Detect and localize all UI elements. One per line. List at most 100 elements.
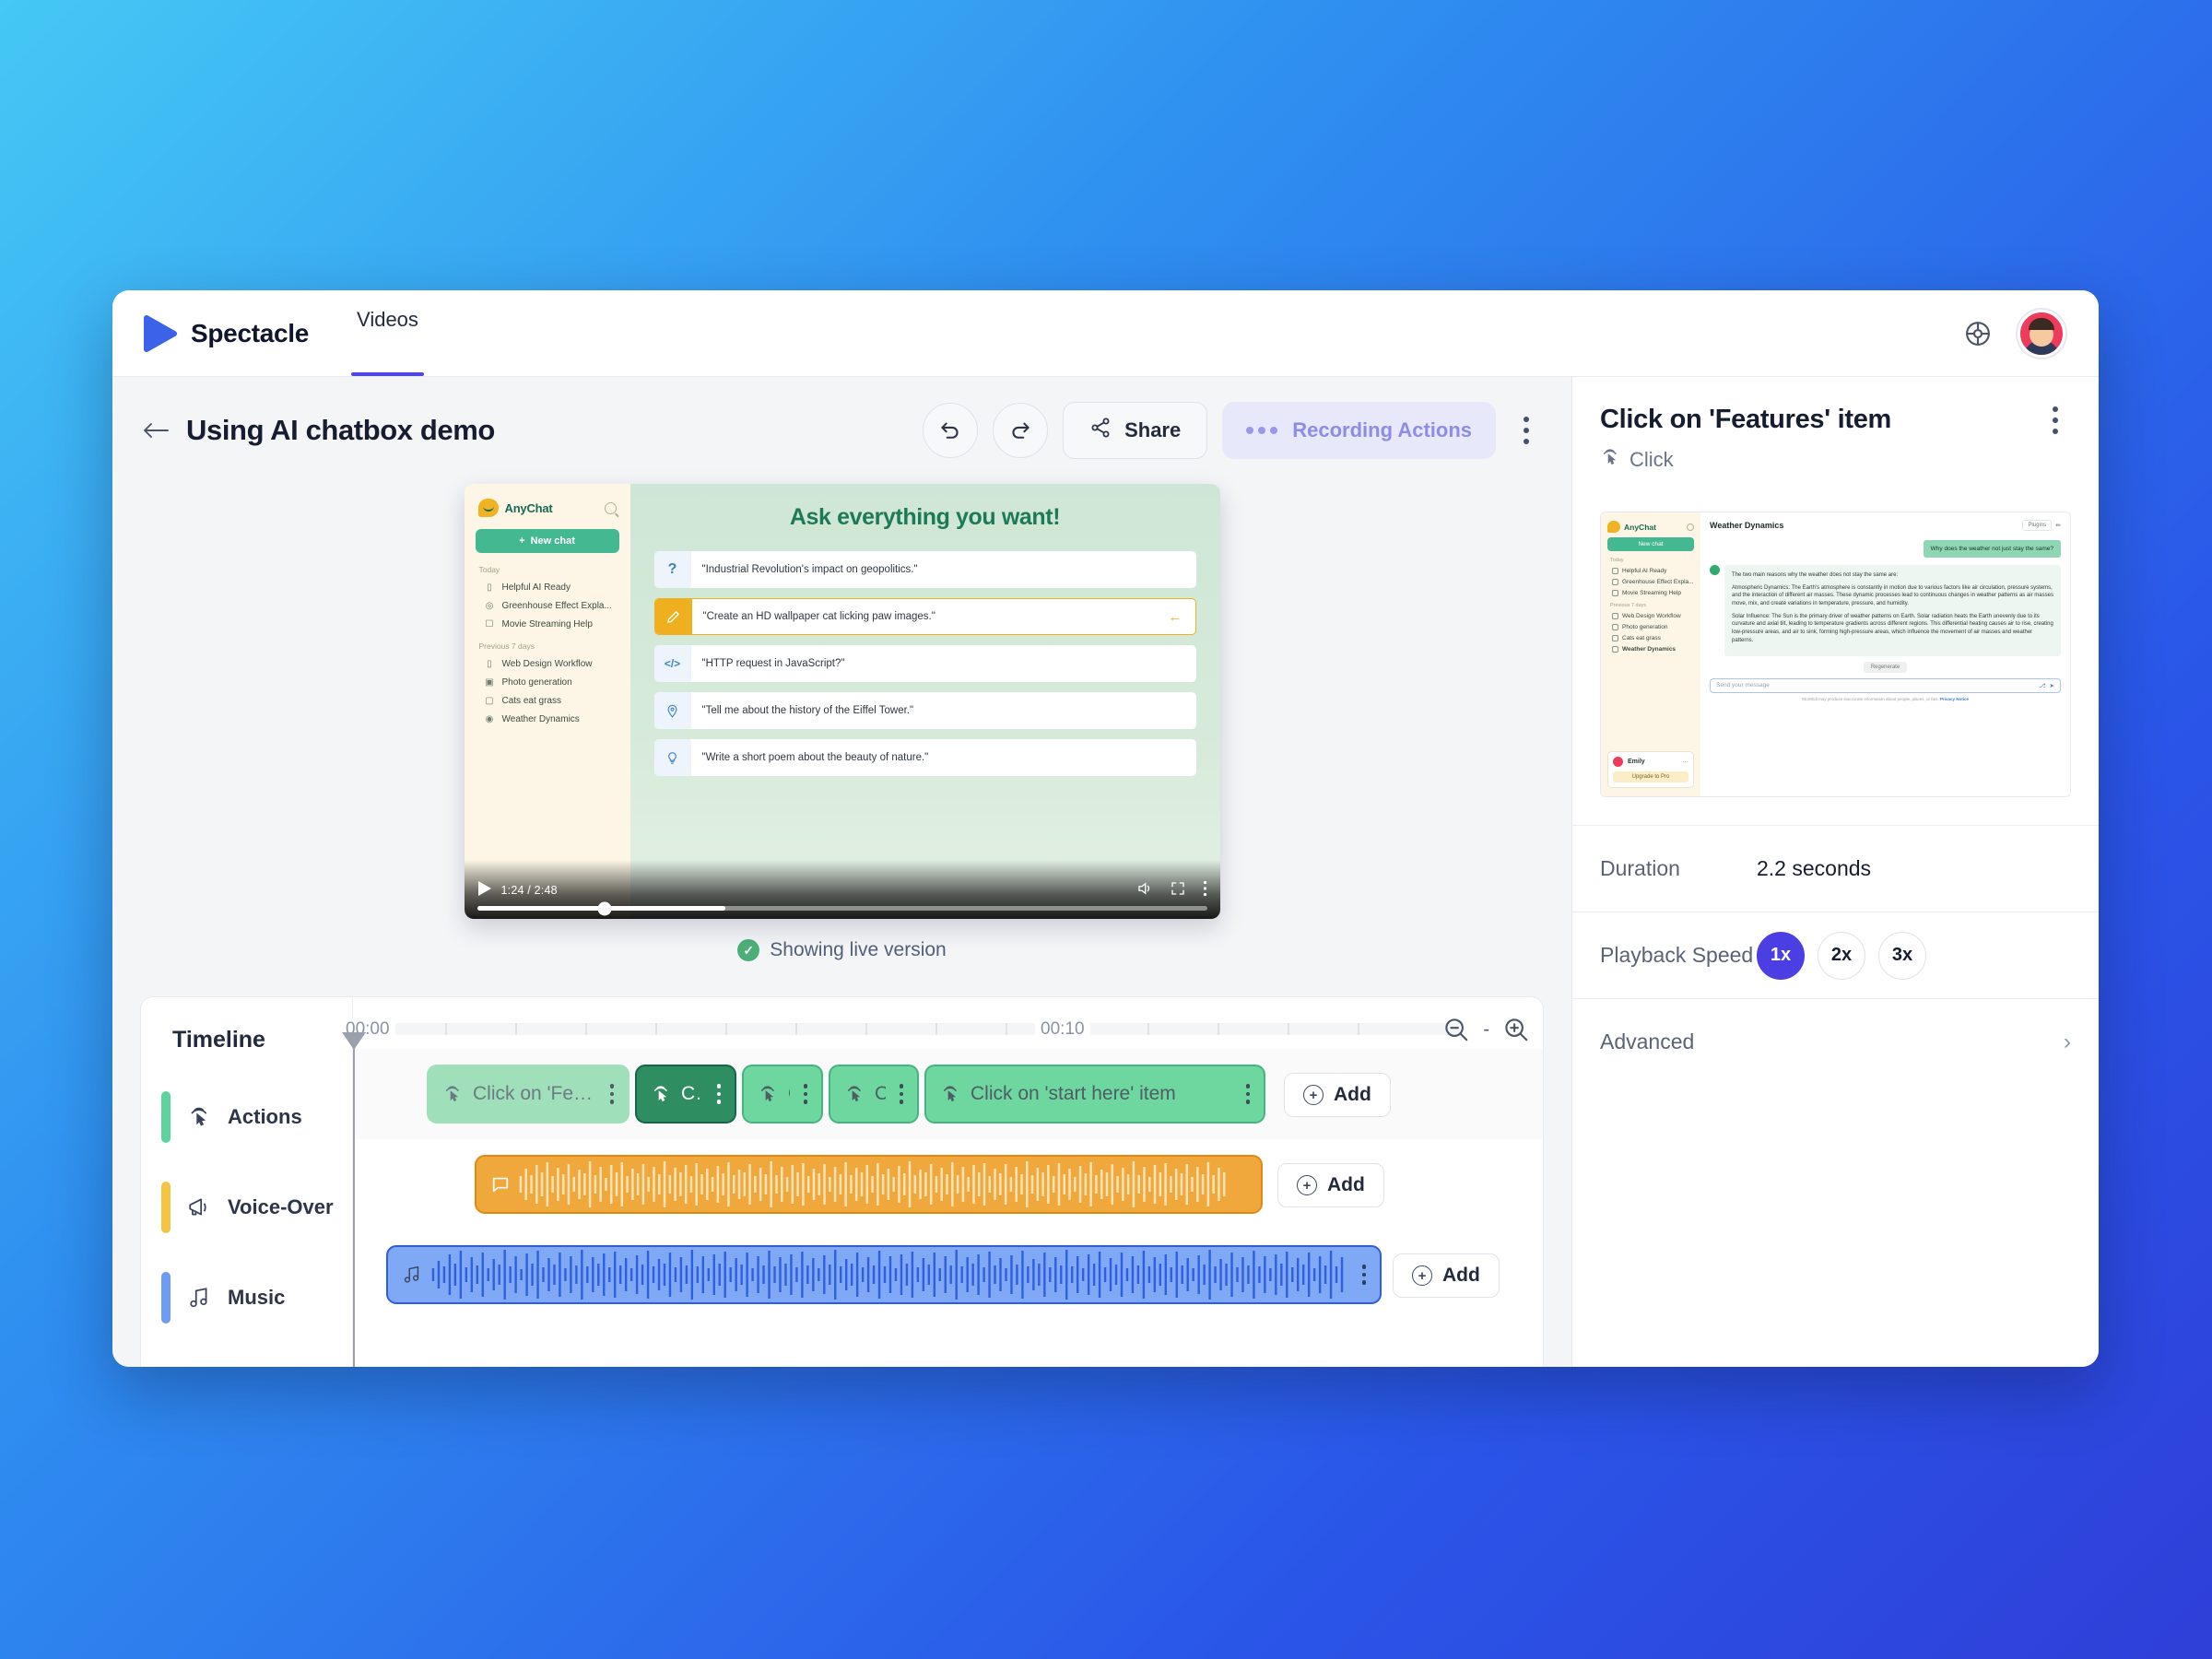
seek-handle[interactable] bbox=[597, 901, 612, 915]
voiceover-waveform bbox=[519, 1157, 1230, 1212]
add-music-button[interactable]: + Add bbox=[1393, 1253, 1500, 1298]
list-item: ◉ Weather Dynamics bbox=[476, 714, 619, 724]
timeline-playhead[interactable] bbox=[342, 1032, 366, 1367]
prompt-card: </> "HTTP request in JavaScript?" bbox=[653, 645, 1196, 682]
preview-app-sidebar: AnyChat + New chat Today ▯ Helpful AI Rea… bbox=[464, 484, 630, 919]
video-more-icon[interactable] bbox=[1203, 880, 1207, 901]
clip-menu-icon[interactable] bbox=[1241, 1084, 1254, 1104]
speed-option-3x[interactable]: 3x bbox=[1878, 931, 1926, 980]
share-button[interactable]: Share bbox=[1063, 402, 1208, 459]
add-voiceover-button[interactable]: + Add bbox=[1277, 1163, 1384, 1207]
duration-label: Duration bbox=[1600, 856, 1680, 880]
timeline-tracks-area: 00:00 00:10 - Click on 'Fea... Cl Click … bbox=[340, 997, 1543, 1367]
editor-pane: Using AI chatbox demo Share Recording Ac… bbox=[112, 376, 1571, 1367]
tab-videos[interactable]: Videos bbox=[351, 290, 424, 376]
clip-menu-icon[interactable] bbox=[1358, 1265, 1371, 1285]
back-arrow-icon[interactable] bbox=[140, 415, 171, 446]
clip-menu-icon[interactable] bbox=[606, 1084, 618, 1104]
thumbnail-list-item: Web Design Workflow bbox=[1607, 613, 1694, 619]
editor-more-menu-icon[interactable] bbox=[1511, 404, 1542, 457]
inspector-panel: Click on 'Features' item Click AnyChat N… bbox=[1571, 376, 2099, 1367]
video-seek-bar[interactable] bbox=[477, 901, 1207, 915]
track-label-music[interactable]: Music bbox=[141, 1253, 352, 1343]
item-label: Weather Dynamics bbox=[1622, 646, 1677, 653]
editor-toolbar: Using AI chatbox demo Share Recording Ac… bbox=[112, 377, 1571, 484]
thumbnail-main: Weather Dynamics Plugins ⇚ Why does the … bbox=[1700, 512, 2070, 796]
thumbnail-brand: AnyChat bbox=[1607, 521, 1694, 533]
timeline-row-voiceover: + Add bbox=[353, 1139, 1543, 1230]
footer-link: Privacy Notice bbox=[1940, 696, 1970, 701]
ruler-tick bbox=[1288, 1023, 1289, 1035]
send-icon: ➤ bbox=[2049, 682, 2054, 689]
track-color-bar bbox=[161, 1272, 171, 1324]
avatar[interactable] bbox=[2018, 309, 2065, 358]
plus-icon: + bbox=[519, 535, 525, 547]
item-label: Helpful AI Ready bbox=[1622, 568, 1667, 574]
clip-label: Click on 'Fea... bbox=[473, 1083, 596, 1104]
timeline-clip[interactable]: Clic... bbox=[829, 1065, 919, 1124]
timeline-clip[interactable]: Click on 'start here' item bbox=[924, 1065, 1265, 1124]
track-label-voiceover[interactable]: Voice-Over bbox=[141, 1162, 352, 1253]
speech-bubble-icon bbox=[489, 1174, 512, 1194]
ruler-tick bbox=[655, 1023, 657, 1035]
location-pin-icon bbox=[653, 692, 691, 729]
ruler-strip bbox=[353, 1023, 1460, 1035]
track-label-actions[interactable]: Actions bbox=[141, 1072, 352, 1162]
volume-icon[interactable] bbox=[1136, 880, 1153, 901]
globe-icon bbox=[1612, 646, 1618, 653]
fullscreen-icon[interactable] bbox=[1170, 880, 1186, 901]
zoom-out-icon[interactable] bbox=[1442, 1016, 1470, 1043]
prompt-card: "Tell me about the history of the Eiffel… bbox=[653, 692, 1196, 729]
tab-videos-label: Videos bbox=[357, 307, 418, 331]
prompt-text: "Create an HD wallpaper cat licking paw … bbox=[702, 611, 935, 622]
track-name: Actions bbox=[228, 1105, 302, 1128]
chat-icon: ▯ bbox=[487, 659, 492, 669]
thumbnail-group-today: Today bbox=[1610, 558, 1624, 563]
undo-button[interactable] bbox=[923, 403, 979, 458]
ruler-tick bbox=[865, 1023, 867, 1035]
voiceover-clip[interactable] bbox=[475, 1155, 1263, 1214]
music-clip[interactable] bbox=[386, 1245, 1382, 1304]
speed-option-1x[interactable]: 1x bbox=[1757, 931, 1805, 980]
advanced-row[interactable]: Advanced › bbox=[1572, 998, 2099, 1085]
list-item: ▣ Photo generation bbox=[476, 677, 619, 688]
speed-option-2x[interactable]: 2x bbox=[1818, 931, 1865, 980]
toolbar-actions: Share Recording Actions bbox=[923, 402, 1542, 459]
add-label: Add bbox=[1327, 1174, 1365, 1195]
inspector-title-row: Click on 'Features' item bbox=[1600, 405, 2071, 436]
timeline-clip[interactable]: Click on 'Fea... bbox=[427, 1065, 629, 1124]
action-thumbnail[interactable]: AnyChat New chat Today Helpful AI Ready … bbox=[1600, 512, 2071, 797]
timeline-clip-selected[interactable]: Click ... bbox=[635, 1065, 736, 1124]
inspector-subtitle-row: Click bbox=[1600, 447, 2071, 473]
brand-logo[interactable]: Spectacle bbox=[142, 313, 309, 354]
thumbnail-ai-message: The two main reasons why the weather doe… bbox=[1724, 565, 2061, 656]
timeline-row-actions: Click on 'Fea... Click ... bbox=[353, 1049, 1543, 1139]
recording-actions-button[interactable]: Recording Actions bbox=[1222, 402, 1496, 459]
zoom-in-icon[interactable] bbox=[1502, 1016, 1530, 1043]
video-player[interactable]: AnyChat + New chat Today ▯ Helpful AI Rea… bbox=[464, 484, 1220, 919]
timeline-ruler[interactable]: 00:00 00:10 - bbox=[340, 997, 1543, 1049]
play-icon[interactable] bbox=[477, 880, 492, 901]
clip-menu-icon[interactable] bbox=[712, 1084, 725, 1104]
timeline-track-labels: Timeline Actions Voice-Over Music bbox=[141, 997, 353, 1367]
thumbnail-list-item-selected: Weather Dynamics bbox=[1607, 646, 1694, 653]
question-mark-icon: ? bbox=[653, 551, 691, 588]
arrow-left-icon: ← bbox=[1168, 608, 1182, 625]
ruler-tick bbox=[725, 1023, 727, 1035]
redo-button[interactable] bbox=[993, 403, 1049, 458]
prompt-card-highlighted: "Create an HD wallpaper cat licking paw … bbox=[653, 598, 1196, 635]
clip-menu-icon[interactable] bbox=[799, 1084, 812, 1104]
inspector-more-menu-icon[interactable] bbox=[2040, 405, 2071, 436]
thumbnail-conversation-header: Weather Dynamics Plugins ⇚ bbox=[1710, 520, 2061, 531]
thumbnail-plugins-button: Plugins bbox=[2022, 520, 2053, 531]
timeline-clip[interactable]: Cli... bbox=[742, 1065, 823, 1124]
input-placeholder: Send your message bbox=[1716, 682, 1770, 688]
list-item: ◎ Greenhouse Effect Expla... bbox=[476, 601, 619, 611]
add-action-button[interactable]: + Add bbox=[1284, 1073, 1391, 1117]
thumbnail-sidebar: AnyChat New chat Today Helpful AI Ready … bbox=[1601, 512, 1700, 796]
click-pointer-icon bbox=[843, 1084, 865, 1104]
clip-menu-icon[interactable] bbox=[895, 1084, 908, 1104]
anychat-logo-icon bbox=[477, 499, 499, 517]
help-circle-icon[interactable] bbox=[1962, 318, 1994, 349]
list-item-label: Cats eat grass bbox=[501, 696, 561, 706]
